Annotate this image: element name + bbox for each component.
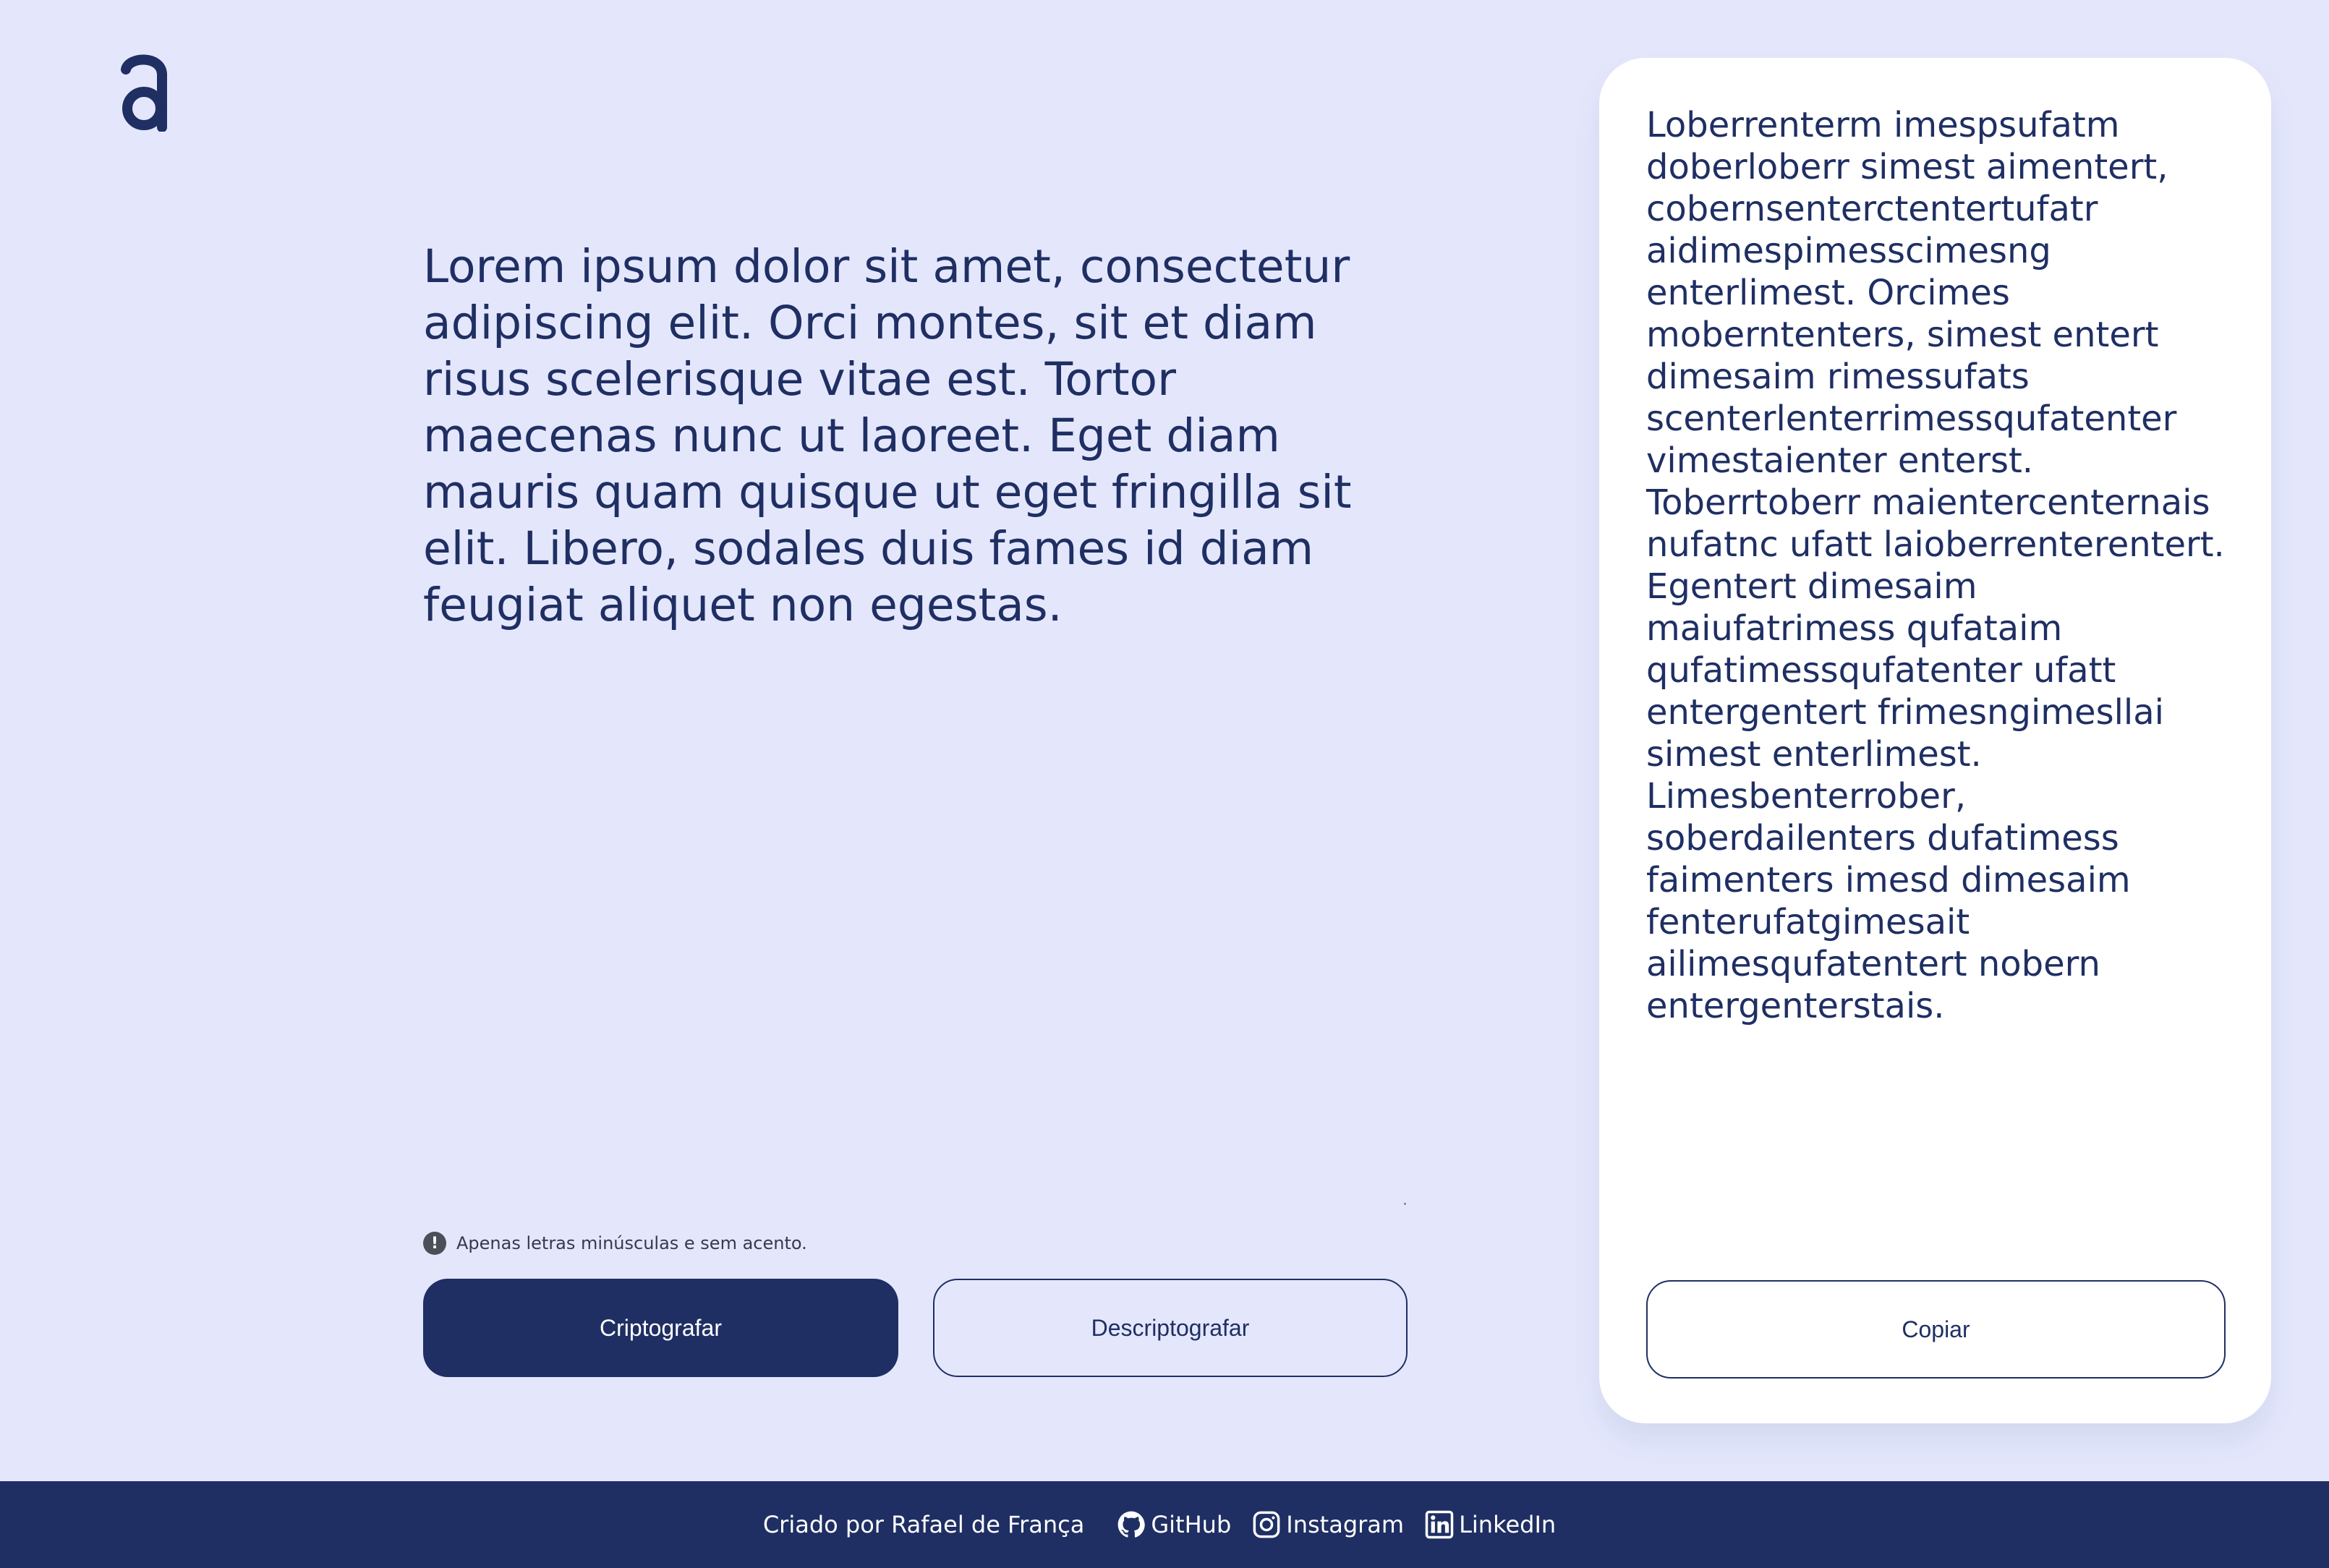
exclamation-icon: ! <box>423 1232 446 1255</box>
decrypt-button[interactable]: Descriptografar <box>933 1279 1408 1377</box>
linkedin-label: LinkedIn <box>1459 1511 1557 1538</box>
encrypt-button[interactable]: Criptografar <box>423 1279 898 1377</box>
footer: Criado por Rafael de França GitHub Insta… <box>0 1481 2329 1568</box>
github-icon <box>1118 1511 1146 1538</box>
linkedin-link[interactable]: LinkedIn <box>1424 1509 1556 1540</box>
github-label: GitHub <box>1151 1511 1232 1538</box>
page: Lorem ipsum dolor sit amet, consectetur … <box>0 0 2329 1568</box>
footer-credit: Criado por Rafael de França <box>762 1511 1085 1538</box>
instagram-icon <box>1253 1511 1280 1538</box>
github-link[interactable]: GitHub <box>1116 1509 1231 1540</box>
textarea-resize-handle[interactable] <box>1404 1203 1406 1205</box>
hint-text: Apenas letras minúsculas e sem acento. <box>456 1233 807 1253</box>
message-input[interactable]: Lorem ipsum dolor sit amet, consectetur … <box>423 239 1407 634</box>
output-text: Loberrenterm imespsufatm doberloberr sim… <box>1646 105 2225 1026</box>
logo-a-icon <box>121 54 167 132</box>
instagram-label: Instagram <box>1286 1511 1405 1538</box>
output-panel: Loberrenterm imespsufatm doberloberr sim… <box>1599 58 2271 1423</box>
instagram-link[interactable]: Instagram <box>1251 1509 1404 1540</box>
input-hint: ! Apenas letras minúsculas e sem acento. <box>423 1231 807 1256</box>
copy-button[interactable]: Copiar <box>1646 1280 2226 1379</box>
linkedin-icon <box>1425 1510 1454 1539</box>
